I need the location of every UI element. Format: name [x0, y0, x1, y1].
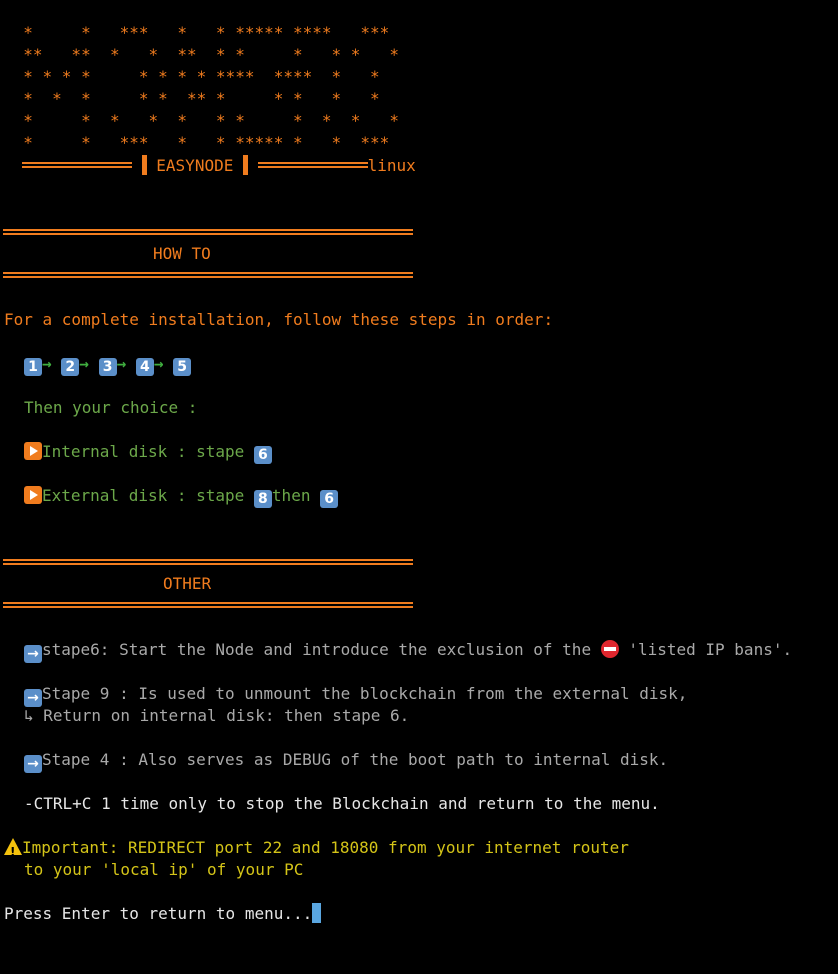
banner-suffix: linux	[367, 156, 416, 175]
important-note: Important: REDIRECT port 22 and 18080 fr…	[4, 837, 629, 863]
play-icon	[24, 486, 42, 504]
external-disk-option: External disk : stape 8 then 6	[24, 485, 339, 508]
banner-bar-right	[242, 155, 248, 175]
internal-step-badge: 6	[253, 446, 272, 464]
step-1-badge: 1	[24, 358, 42, 376]
ascii-logo-line-5: * * * * * * * * * * *	[4, 111, 399, 130]
important-line-2: to your 'local ip' of your PC	[24, 860, 304, 879]
other-rule-top	[3, 559, 413, 565]
arrow-right-icon: →	[79, 354, 89, 373]
stape9-subnote: ↳ Return on internal disk: then stape 6.	[24, 706, 410, 725]
step-4-badge: 4	[135, 358, 154, 376]
arrow-right-icon: →	[42, 354, 52, 373]
play-icon	[24, 442, 42, 460]
banner: EASYNODE linux	[22, 155, 416, 177]
banner-rule-left	[22, 162, 132, 168]
stape9-note: → Stape 9 : Is used to unmount the blockc…	[24, 683, 688, 707]
prompt-text: Press Enter to return to menu...	[4, 904, 313, 923]
arrow-right-icon: →	[116, 354, 127, 373]
stape4-text: Stape 4 : Also serves as DEBUG of the bo…	[42, 750, 669, 769]
howto-rule-top	[3, 229, 413, 235]
internal-disk-label: Internal disk : stape	[42, 442, 254, 461]
other-rule-bottom	[3, 602, 413, 608]
stape4-note: → Stape 4 : Also serves as DEBUG of the b…	[24, 749, 669, 773]
external-step-a-badge: 8	[253, 490, 272, 508]
stape6-quote: 'listed IP bans'.	[618, 640, 793, 659]
howto-title: HOW TO	[153, 244, 211, 263]
step-2-badge: 2	[61, 358, 80, 376]
ctrl-c-note: -CTRL+C 1 time only to stop the Blockcha…	[24, 794, 660, 813]
ascii-logo-line-2: ** ** * * ** * * * * * *	[4, 45, 399, 64]
arrow-right-icon: →	[153, 354, 164, 373]
banner-title: EASYNODE	[156, 156, 234, 175]
stape6-note: → stape6: Start the Node and introduce th…	[24, 639, 793, 663]
step-5-badge: 5	[173, 358, 192, 376]
external-then: then	[271, 486, 321, 505]
ascii-logo-line-3: * * * * * * * * **** **** * *	[4, 67, 380, 86]
external-disk-label: External disk : stape	[42, 486, 254, 505]
ascii-logo-line-1: * * *** * * ***** **** ***	[4, 23, 390, 42]
enter-prompt[interactable]: Press Enter to return to menu...	[4, 903, 322, 925]
banner-rule-right	[257, 162, 368, 168]
internal-disk-option: Internal disk : stape 6	[24, 441, 272, 464]
right-arrow-icon: →	[24, 645, 42, 663]
step-3-badge: 3	[98, 358, 117, 376]
external-step-b-badge: 6	[320, 490, 339, 508]
howto-intro: For a complete installation, follow thes…	[4, 310, 554, 329]
no-entry-icon	[600, 640, 619, 658]
important-line-1: Important: REDIRECT port 22 and 18080 fr…	[22, 838, 629, 857]
other-title: OTHER	[163, 574, 212, 593]
steps-sequence: 1 → 2 → 3 → 4 → 5	[24, 353, 192, 376]
stape9-text: Stape 9 : Is used to unmount the blockch…	[42, 684, 688, 703]
howto-rule-bottom	[3, 272, 413, 278]
stape6-text: stape6: Start the Node and introduce the…	[42, 640, 601, 659]
banner-bar-left	[141, 155, 147, 175]
choice-label: Then your choice :	[24, 398, 198, 417]
ascii-logo-line-4: * * * * * ** * * * * *	[4, 89, 380, 108]
warning-icon	[4, 838, 22, 863]
terminal-window[interactable]: * * *** * * ***** **** *** ** ** * * ** …	[0, 0, 838, 974]
text-cursor	[312, 903, 322, 923]
ascii-logo-line-6: * * *** * * ***** * * ***	[4, 133, 390, 152]
right-arrow-icon: →	[24, 755, 42, 773]
